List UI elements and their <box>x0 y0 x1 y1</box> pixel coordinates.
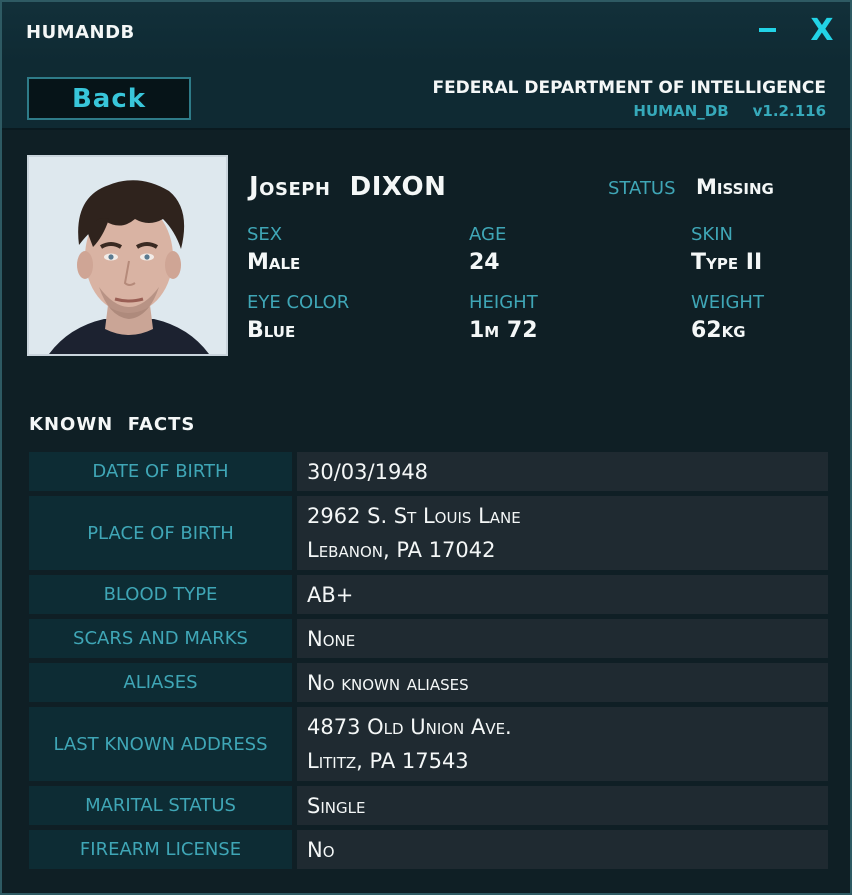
age-value: 24 <box>469 250 500 275</box>
status-label: STATUS <box>608 178 676 199</box>
fact-row-scars-and-marks: SCARS AND MARKS None <box>29 619 828 658</box>
fact-value-line: Lebanon, PA 17042 <box>307 538 496 562</box>
fact-value-line: None <box>307 626 356 651</box>
fact-row-blood-type: BLOOD TYPE AB+ <box>29 575 828 614</box>
height-value: 1m 72 <box>469 318 538 343</box>
fact-value-line: Lititz, PA 17543 <box>307 749 469 773</box>
fact-value-line: No <box>307 837 335 862</box>
fact-label: ALIASES <box>29 663 292 702</box>
fact-value: No <box>297 830 828 869</box>
fact-value: 4873 Old Union Ave. Lititz, PA 17543 <box>297 707 828 781</box>
fact-value-line: AB+ <box>307 582 354 607</box>
first-name: Joseph <box>249 172 331 202</box>
person-name: Joseph DIXON <box>249 172 446 202</box>
fact-value-line: 2962 S. St Louis Lane <box>307 504 521 528</box>
db-name: HUMAN_DB <box>633 102 729 120</box>
minimize-button[interactable] <box>747 12 787 48</box>
last-name: DIXON <box>349 172 447 202</box>
fact-row-marital-status: MARITAL STATUS Single <box>29 786 828 825</box>
fact-label: DATE OF BIRTH <box>29 452 292 491</box>
agency-name: FEDERAL DEPARTMENT OF INTELLIGENCE <box>432 78 826 98</box>
fact-label: LAST KNOWN ADDRESS <box>29 707 292 781</box>
humandb-window: HUMANDB X Back FEDERAL DEPARTMENT OF INT… <box>0 0 852 895</box>
skin-label: SKIN <box>691 224 734 245</box>
fact-row-aliases: ALIASES No known aliases <box>29 663 828 702</box>
fact-label: SCARS AND MARKS <box>29 619 292 658</box>
fact-label: FIREARM LICENSE <box>29 830 292 869</box>
fact-label: PLACE OF BIRTH <box>29 496 292 570</box>
close-icon: X <box>810 12 834 48</box>
fact-value-line: 30/03/1948 <box>307 459 429 484</box>
app-title: HUMANDB <box>26 22 135 43</box>
header-bar: Back FEDERAL DEPARTMENT OF INTELLIGENCE … <box>2 62 850 130</box>
fact-value: AB+ <box>297 575 828 614</box>
title-bar: HUMANDB X <box>2 2 850 62</box>
fact-value: 30/03/1948 <box>297 452 828 491</box>
fact-row-date-of-birth: DATE OF BIRTH 30/03/1948 <box>29 452 828 491</box>
weight-value: 62kg <box>691 318 746 343</box>
weight-label: WEIGHT <box>691 292 764 313</box>
back-button[interactable]: Back <box>27 77 191 120</box>
fact-label: BLOOD TYPE <box>29 575 292 614</box>
sex-label: SEX <box>247 224 283 245</box>
close-button[interactable]: X <box>802 12 842 48</box>
fact-value: 2962 S. St Louis Lane Lebanon, PA 17042 <box>297 496 828 570</box>
minimize-icon <box>758 28 776 32</box>
fact-value: No known aliases <box>297 663 828 702</box>
fact-value-line: No known aliases <box>307 670 469 695</box>
fact-label: MARITAL STATUS <box>29 786 292 825</box>
fact-row-last-known-address: LAST KNOWN ADDRESS 4873 Old Union Ave. L… <box>29 707 828 781</box>
db-info: HUMAN_DB v1.2.116 <box>633 102 826 120</box>
fact-row-firearm-license: FIREARM LICENSE No <box>29 830 828 869</box>
fact-value: None <box>297 619 828 658</box>
fact-value: Single <box>297 786 828 825</box>
fact-value-line: 4873 Old Union Ave. <box>307 715 512 739</box>
height-label: HEIGHT <box>469 292 538 313</box>
sex-value: Male <box>247 250 301 275</box>
known-facts-table: DATE OF BIRTH 30/03/1948 PLACE OF BIRTH … <box>29 452 828 874</box>
db-version: v1.2.116 <box>752 102 826 120</box>
portrait-photo <box>27 155 228 356</box>
status-value: Missing <box>696 175 774 199</box>
fact-row-place-of-birth: PLACE OF BIRTH 2962 S. St Louis Lane Leb… <box>29 496 828 570</box>
portrait-image <box>29 157 226 354</box>
known-facts-title: KNOWN FACTS <box>29 414 196 435</box>
fact-value-line: Single <box>307 793 366 818</box>
age-label: AGE <box>469 224 507 245</box>
skin-value: Type II <box>691 250 763 275</box>
eye-color-value: Blue <box>247 318 296 343</box>
eye-color-label: EYE COLOR <box>247 292 350 313</box>
